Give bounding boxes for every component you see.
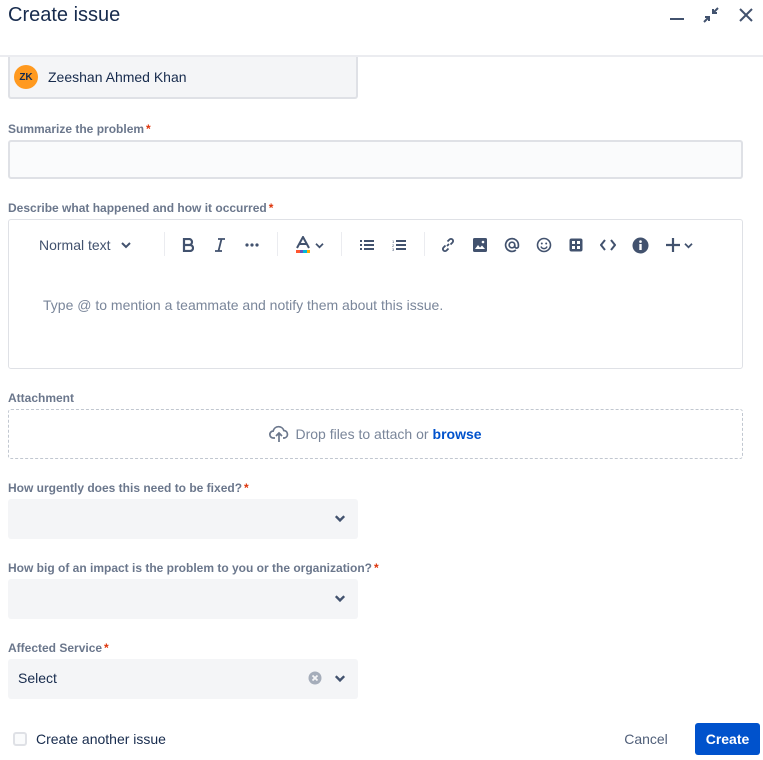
toolbar-divider [277, 232, 278, 256]
description-label: Describe what happened and how it occurr… [8, 201, 274, 215]
affected-service-value: Select [18, 670, 57, 686]
clear-icon[interactable] [308, 671, 322, 685]
attachment-dropzone[interactable]: Drop files to attach or browse [8, 409, 743, 459]
table-icon[interactable] [565, 233, 587, 257]
required-mark: * [374, 561, 379, 575]
urgency-select[interactable] [8, 499, 358, 539]
chevron-down-icon [334, 595, 346, 603]
chevron-down-icon [120, 242, 131, 249]
avatar: ZK [14, 65, 38, 89]
text-style-dropdown[interactable]: Normal text [39, 233, 139, 257]
chevron-down-icon [334, 515, 346, 523]
toolbar-divider [164, 232, 165, 256]
create-another-checkbox[interactable] [13, 732, 27, 746]
emoji-icon[interactable] [533, 233, 555, 257]
cloud-upload-icon [269, 425, 289, 442]
link-icon[interactable] [437, 233, 459, 257]
image-icon[interactable] [469, 233, 491, 257]
impact-label: How big of an impact is the problem to y… [8, 561, 379, 575]
bullet-list-icon[interactable] [356, 233, 378, 257]
affected-service-label: Affected Service * [8, 641, 109, 655]
chevron-down-icon [683, 242, 693, 248]
dialog-title: Create issue [8, 4, 121, 26]
collapse-icon[interactable] [700, 4, 722, 26]
description-placeholder: Type @ to mention a teammate and notify … [43, 297, 444, 313]
required-mark: * [104, 641, 109, 655]
chevron-down-icon [314, 242, 324, 248]
impact-select[interactable] [8, 579, 358, 619]
summary-label: Summarize the problem * [8, 122, 151, 136]
create-another-label[interactable]: Create another issue [36, 731, 166, 747]
urgency-label: How urgently does this need to be fixed?… [8, 481, 249, 495]
reporter-field[interactable]: ZK Zeeshan Ahmed Khan [8, 57, 358, 99]
text-color-button[interactable] [291, 233, 327, 257]
affected-service-select[interactable]: Select [8, 659, 358, 699]
code-icon[interactable] [597, 233, 619, 257]
attachment-label: Attachment [8, 391, 75, 405]
text-color-icon [295, 236, 310, 253]
chevron-down-icon [334, 675, 346, 683]
drop-text: Drop files to attach or [295, 426, 429, 442]
description-editor[interactable]: Normal text 123 Type @ to mention a team… [8, 219, 743, 369]
svg-text:3: 3 [392, 247, 395, 252]
editor-toolbar: Normal text 123 [9, 220, 742, 268]
plus-icon [665, 238, 680, 252]
mention-icon[interactable] [501, 233, 523, 257]
create-button[interactable]: Create [695, 723, 760, 755]
close-icon[interactable] [735, 4, 757, 26]
required-mark: * [268, 201, 274, 215]
required-mark: * [244, 481, 249, 495]
more-formatting-icon[interactable] [241, 233, 263, 257]
insert-menu-button[interactable] [663, 233, 695, 257]
browse-link[interactable]: browse [433, 426, 482, 442]
cancel-button[interactable]: Cancel [614, 723, 678, 755]
toolbar-divider [341, 232, 342, 256]
required-mark: * [146, 122, 151, 136]
dialog-header: Create issue [0, 0, 763, 57]
bold-icon[interactable] [177, 233, 199, 257]
reporter-name: Zeeshan Ahmed Khan [48, 69, 187, 85]
toolbar-divider [424, 232, 425, 256]
info-panel-icon[interactable] [629, 233, 651, 257]
minimize-icon[interactable] [666, 4, 688, 26]
italic-icon[interactable] [209, 233, 231, 257]
numbered-list-icon[interactable]: 123 [388, 233, 410, 257]
summary-input[interactable] [8, 140, 743, 179]
